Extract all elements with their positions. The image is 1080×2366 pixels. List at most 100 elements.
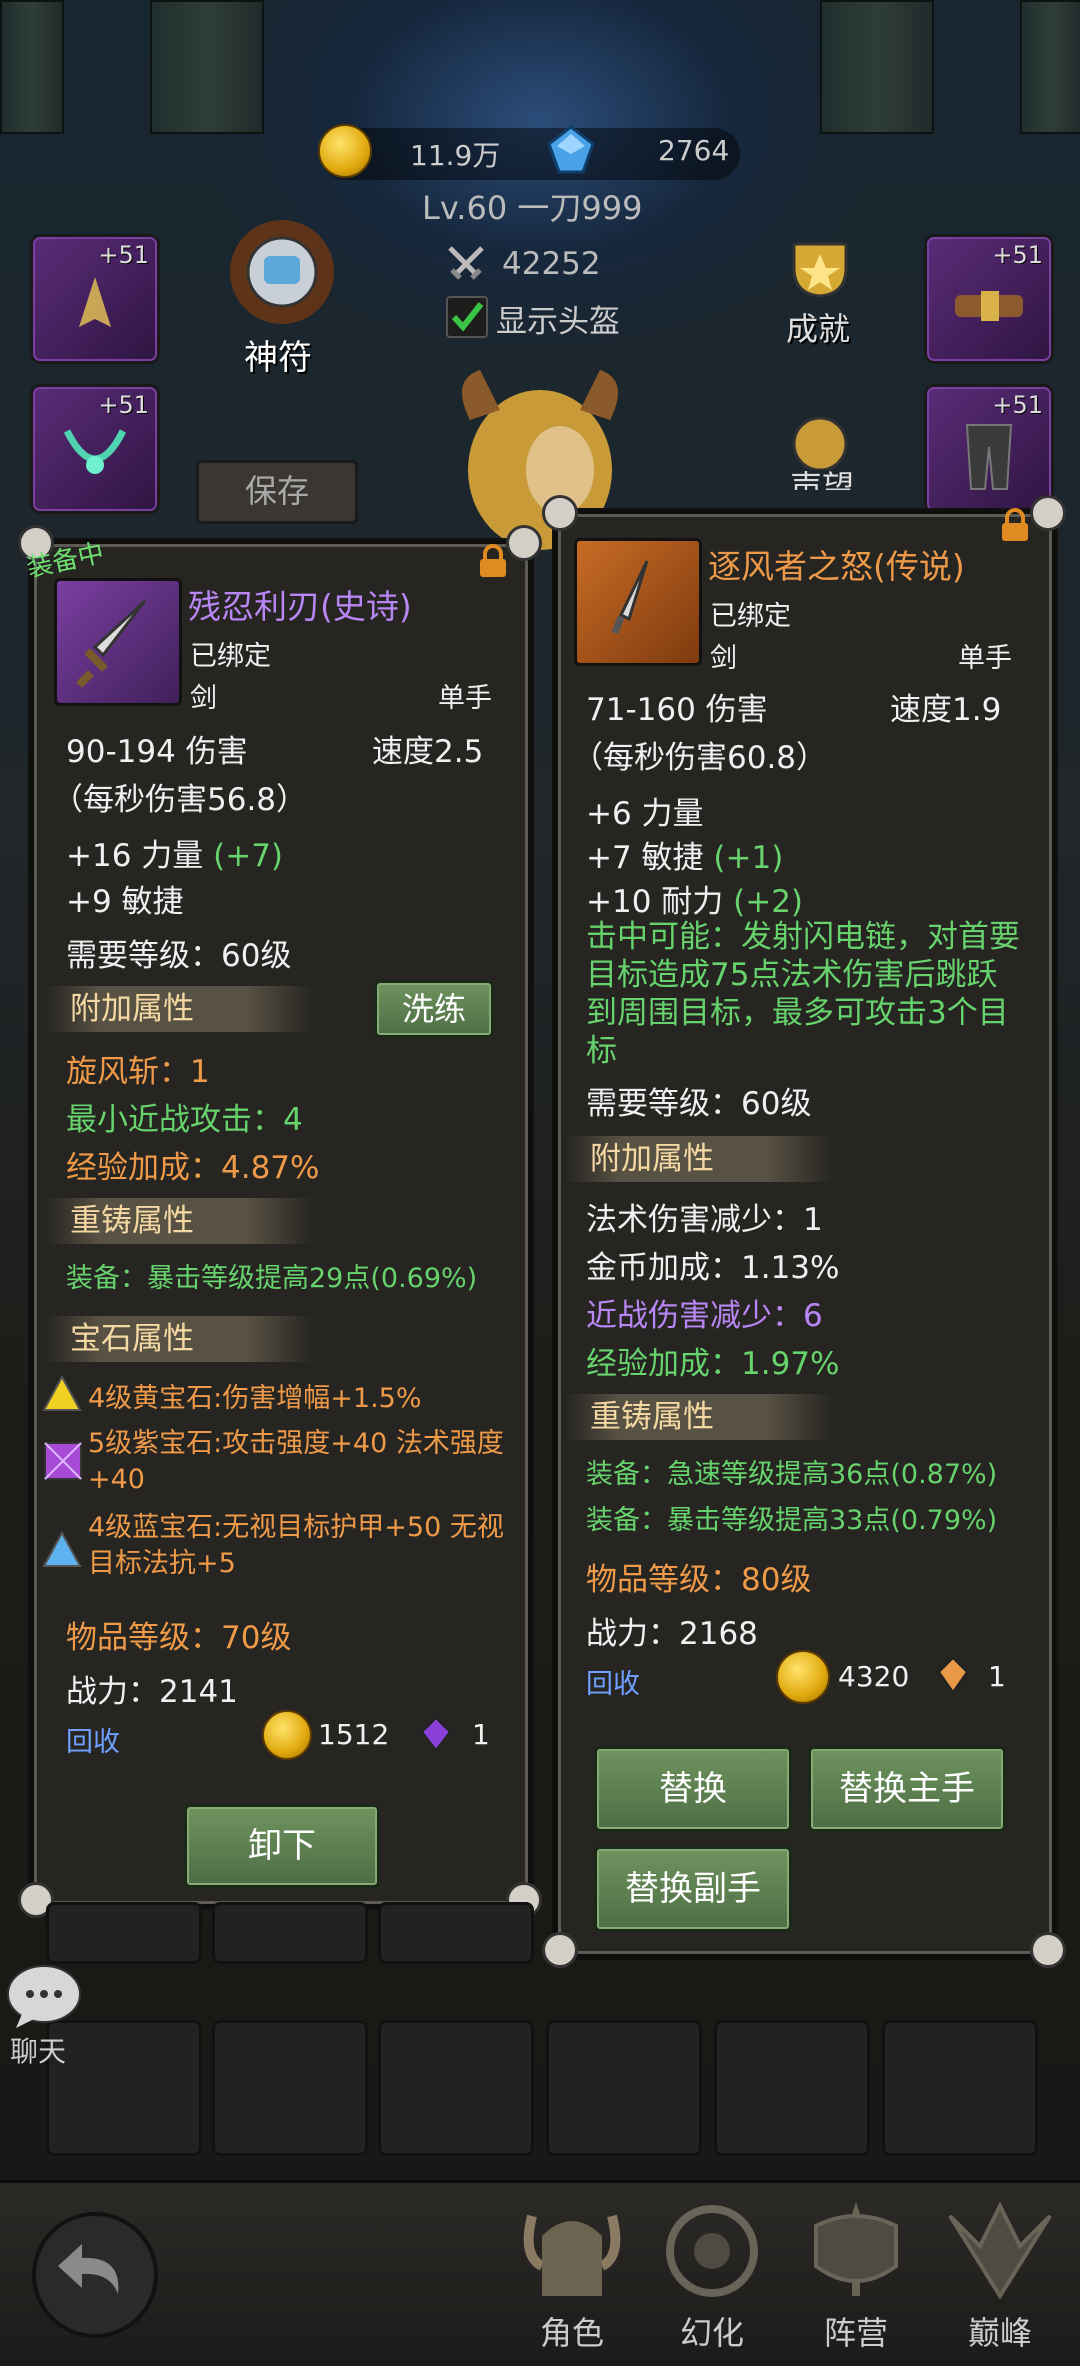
gem-icon — [545, 124, 597, 176]
necklace-icon — [63, 429, 127, 474]
gem-line: 5级紫宝石:攻击强度+40 法术强度+40 — [88, 1428, 504, 1495]
chat-button[interactable]: 聊天 — [4, 1964, 84, 2074]
peak-wings-icon — [948, 2201, 1052, 2300]
stat-line: +7 敏捷 (+1) — [586, 832, 783, 877]
stat-line: +16 力量 (+7) — [66, 830, 283, 875]
extra-attr: 旋风斩：1 — [66, 1054, 210, 1090]
reputation-label: 声望 — [790, 468, 855, 490]
section-title: 宝石属性 — [70, 1321, 194, 1357]
shard-icon — [418, 1716, 454, 1752]
equip-slot-necklace[interactable]: +51 — [30, 384, 160, 514]
section-title: 附加属性 — [70, 991, 194, 1027]
save-button[interactable]: 保存 — [196, 460, 358, 524]
transmog-icon — [666, 2205, 758, 2297]
reforge-header: 重铸属性 — [566, 1394, 834, 1440]
extra-attr: 经验加成：4.87% — [66, 1150, 320, 1186]
inventory-slot[interactable] — [714, 2020, 870, 2156]
recycle-link[interactable]: 回收 — [66, 1720, 120, 1759]
show-helmet-checkbox[interactable] — [446, 296, 488, 338]
tab-label: 幻化 — [680, 2314, 745, 2352]
talisman-button[interactable]: 神符 — [212, 212, 352, 378]
stat-line: +6 力量 — [586, 788, 704, 833]
recycle-gold: 1512 — [318, 1718, 390, 1751]
viking-helmet-icon — [523, 2214, 621, 2296]
back-arrow-icon — [58, 2244, 119, 2294]
reforge-attr: 装备：暴击等级提高33点(0.79%) — [586, 1505, 998, 1536]
slot-enhance-level: +51 — [98, 391, 149, 419]
reputation-button[interactable]: 声望 — [770, 410, 880, 490]
equip-slot-trinket[interactable]: +51 — [30, 234, 160, 364]
tab-label: 巅峰 — [968, 2314, 1033, 2352]
chat-bubble-icon — [7, 1965, 81, 2028]
item-name: 残忍利刃(史诗) — [188, 587, 412, 626]
item-damage: 90-194 伤害 — [66, 734, 248, 770]
item-bound: 已绑定 — [710, 601, 791, 632]
sword-icon — [611, 560, 649, 635]
tab-transmog[interactable]: 幻化 — [652, 2196, 772, 2356]
replace-off-hand-button[interactable]: 替换副手 — [594, 1846, 792, 1932]
item-hand: 单手 — [438, 683, 492, 714]
tab-character[interactable]: 角色 — [512, 2196, 632, 2356]
inventory-slot[interactable] — [212, 1902, 368, 1964]
inventory-slot[interactable] — [378, 2020, 534, 2156]
extra-attr: 金币加成：1.13% — [586, 1250, 840, 1286]
replace-main-hand-button[interactable]: 替换主手 — [808, 1746, 1006, 1832]
orange-shard-icon — [936, 1656, 970, 1694]
item-hand: 单手 — [958, 643, 1012, 674]
inventory-slot[interactable] — [882, 2020, 1038, 2156]
achievement-label: 成就 — [786, 310, 851, 348]
gem-amount: 2764 — [658, 134, 730, 167]
stat-base: +7 敏捷 — [586, 840, 704, 876]
stat-base: +9 敏捷 — [66, 884, 184, 920]
tab-label: 阵营 — [824, 2314, 889, 2352]
inventory-slot[interactable] — [546, 2020, 702, 2156]
stat-line: +10 耐力 (+2) — [586, 876, 803, 921]
chat-label: 聊天 — [10, 2035, 67, 2068]
inventory-slot[interactable] — [46, 1902, 202, 1964]
section-title: 重铸属性 — [70, 1203, 194, 1239]
stat-bonus: (+2) — [733, 884, 804, 920]
blue-gem-icon — [42, 1530, 82, 1570]
recycle-gold: 4320 — [838, 1660, 910, 1693]
pillar-right — [820, 0, 934, 134]
extra-attr: 最小近战攻击：4 — [66, 1102, 303, 1138]
player-power: 42252 — [502, 246, 601, 282]
slot-enhance-level: +51 — [992, 391, 1043, 419]
item-damage: 71-160 伤害 — [586, 692, 768, 728]
equip-slot-legs[interactable]: +51 — [924, 384, 1054, 514]
extra-attr: 经验加成：1.97% — [586, 1346, 840, 1382]
unequip-button[interactable]: 卸下 — [184, 1804, 380, 1888]
faction-icon — [814, 2202, 898, 2296]
item-speed: 速度2.5 — [372, 734, 484, 770]
equip-slot-belt[interactable]: +51 — [924, 234, 1054, 364]
tab-label: 角色 — [540, 2314, 605, 2352]
talisman-label: 神符 — [244, 338, 312, 378]
recycle-shard: 1 — [988, 1660, 1006, 1693]
tab-faction[interactable]: 阵营 — [796, 2196, 916, 2356]
item-speed: 速度1.9 — [890, 692, 1002, 728]
item-type: 剑 — [190, 683, 217, 714]
belt-icon — [955, 291, 1023, 321]
lock-icon[interactable] — [998, 508, 1032, 546]
replace-button[interactable]: 替换 — [594, 1746, 792, 1832]
lock-icon[interactable] — [476, 544, 510, 582]
back-button[interactable] — [32, 2212, 158, 2338]
gold-coin-icon — [318, 124, 372, 178]
gold-amount: 11.9万 — [410, 139, 501, 172]
tab-peak[interactable]: 巅峰 — [940, 2196, 1060, 2356]
item-icon-frame — [54, 578, 182, 706]
sword-icon — [76, 599, 147, 688]
stat-bonus: (+7) — [213, 838, 284, 874]
inventory-slot[interactable] — [212, 2020, 368, 2156]
pillar-left — [150, 0, 264, 134]
stat-line: +9 敏捷 — [66, 876, 184, 921]
inventory-slot[interactable] — [378, 1902, 534, 1964]
achievement-button[interactable]: 成就 — [770, 238, 880, 358]
purple-gem-icon — [42, 1440, 84, 1482]
proc-effect: 击中可能：发射闪电链，对首要目标造成75点法术伤害后跳跃到周围目标，最多可攻击3… — [586, 919, 1020, 1069]
item-name: 逐风者之怒(传说) — [708, 547, 965, 586]
panel-corner — [542, 495, 578, 531]
panel-corner — [1030, 495, 1066, 531]
reroll-button[interactable]: 洗练 — [374, 980, 494, 1038]
recycle-link[interactable]: 回收 — [586, 1662, 640, 1701]
